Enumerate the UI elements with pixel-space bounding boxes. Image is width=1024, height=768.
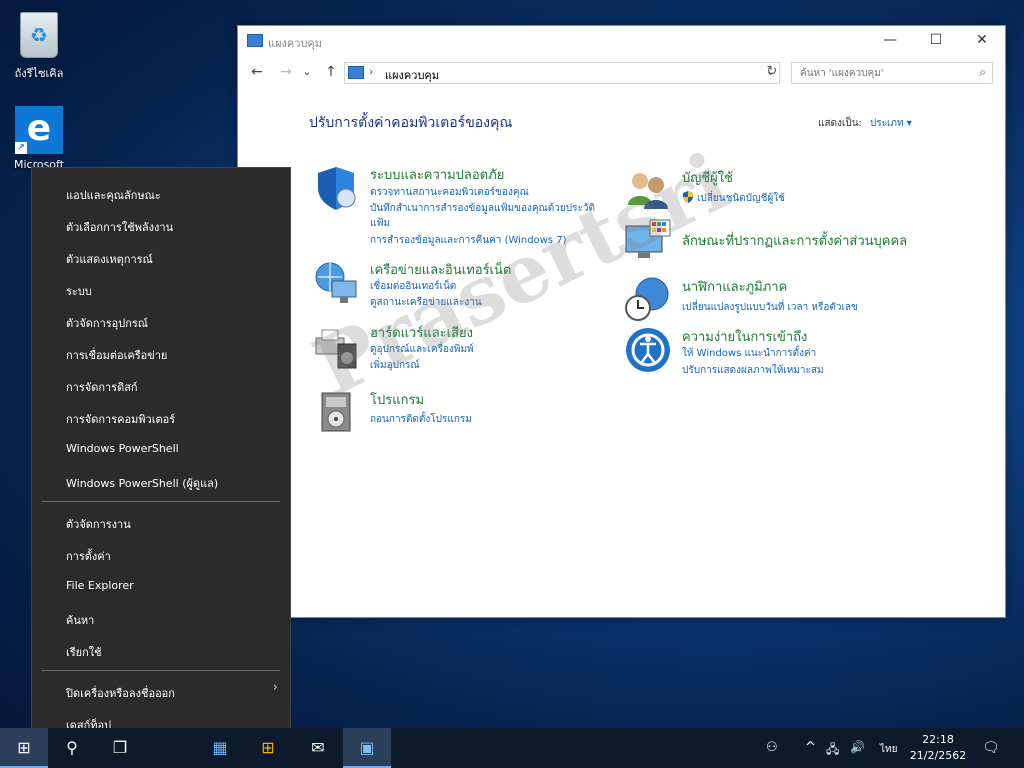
task-view-button[interactable]: ❐	[96, 728, 144, 768]
edge-icon: e ↗	[15, 106, 63, 154]
up-button[interactable]: ↑	[320, 62, 342, 82]
programs-icon	[321, 392, 351, 432]
category-title[interactable]: ความง่ายในการเข้าถึง	[682, 326, 807, 347]
forward-button[interactable]: →	[275, 62, 297, 82]
category-link[interactable]: เพิ่มอุปกรณ์	[370, 358, 420, 373]
clock-date: 21/2/2562	[909, 749, 967, 762]
menu-divider	[42, 501, 280, 502]
menu-item-computer-management[interactable]: การจัดการคอมพิวเตอร์	[66, 410, 175, 428]
category-title[interactable]: บัญชีผู้ใช้	[682, 167, 733, 188]
refresh-button[interactable]: ↻	[762, 62, 782, 82]
menu-item-event-viewer[interactable]: ตัวแสดงเหตุการณ์	[66, 250, 153, 268]
start-button[interactable]: ⊞	[0, 728, 48, 768]
address-row: ← → ⌄ ↑ › แผงควบคุม ⌄ ↻ ⌕	[238, 58, 1005, 86]
title-bar[interactable]: แผงควบคุม — ☐ ✕	[238, 26, 1005, 56]
category-title[interactable]: เครือข่ายและอินเทอร์เน็ต	[370, 259, 511, 280]
address-bar[interactable]: › แผงควบคุม ⌄	[344, 62, 780, 84]
page-title: ปรับการตั้งค่าคอมพิวเตอร์ของคุณ	[309, 115, 513, 131]
tray-chevron-icon[interactable]: ^	[805, 740, 816, 755]
power-user-menu: แอปและคุณลักษณะ ตัวเลือกการใช้พลังงาน ตั…	[31, 167, 291, 748]
printer-icon	[315, 329, 357, 369]
uac-shield-icon	[682, 191, 694, 206]
back-button[interactable]: ←	[246, 62, 268, 82]
recycle-bin-icon[interactable]: ถังรีไซเคิล	[3, 8, 75, 82]
people-icon[interactable]: ⚇	[766, 740, 778, 755]
language-indicator[interactable]: ไทย	[880, 742, 897, 757]
menu-item-task-manager[interactable]: ตัวจัดการงาน	[66, 515, 131, 533]
menu-item-powershell-admin[interactable]: Windows PowerShell (ผู้ดูแล)	[66, 474, 218, 492]
mail-icon[interactable]: ✉	[294, 728, 342, 768]
category-title[interactable]: ระบบและความปลอดภัย	[370, 164, 504, 185]
menu-item-shutdown-signout[interactable]: ปิดเครื่องหรือลงชื่อออก	[66, 684, 175, 702]
search-button[interactable]: ⚲	[48, 728, 96, 768]
shortcut-arrow-icon: ↗	[15, 142, 27, 154]
menu-item-network-connections[interactable]: การเชื่อมต่อเครือข่าย	[66, 346, 167, 364]
menu-item-settings[interactable]: การตั้งค่า	[66, 547, 111, 565]
control-panel-icon	[247, 34, 263, 47]
notifications-icon[interactable]: 🗨	[982, 740, 1000, 756]
category-link[interactable]: ให้ Windows แนะนำการตั้งค่า	[682, 346, 816, 361]
control-panel-window: แผงควบคุม — ☐ ✕ ← → ⌄ ↑ › แผงควบคุม ⌄ ↻ …	[237, 25, 1006, 618]
network-globe-icon	[315, 262, 357, 303]
menu-item-system[interactable]: ระบบ	[66, 282, 92, 300]
users-icon	[628, 173, 668, 209]
search-box[interactable]: ⌕	[791, 62, 993, 84]
breadcrumb[interactable]: แผงควบคุม	[385, 66, 439, 84]
control-panel-taskbar-icon[interactable]: ▣	[343, 728, 391, 768]
menu-item-disk-management[interactable]: การจัดการดิสก์	[66, 378, 138, 396]
clock-time: 22:18	[922, 733, 954, 746]
category-link[interactable]: การสำรองข้อมูลและการคืนค่า (Windows 7)	[370, 233, 567, 248]
windows-app-icon[interactable]: ⊞	[244, 728, 292, 768]
breadcrumb-separator[interactable]: ›	[369, 65, 373, 78]
control-panel-icon	[348, 66, 364, 79]
menu-item-apps-features[interactable]: แอปและคุณลักษณะ	[66, 186, 161, 204]
category-link[interactable]: เชื่อมต่ออินเทอร์เน็ต	[370, 279, 456, 294]
menu-item-powershell[interactable]: Windows PowerShell	[66, 442, 179, 455]
menu-item-device-manager[interactable]: ตัวจัดการอุปกรณ์	[66, 314, 148, 332]
category-title[interactable]: ลักษณะที่ปรากฏและการตั้งค่าส่วนบุคคล	[682, 230, 907, 251]
store-icon[interactable]: ▦	[196, 728, 244, 768]
shield-icon	[318, 167, 356, 210]
category-link[interactable]: ตรวจทานสถานะคอมพิวเตอร์ของคุณ	[370, 185, 529, 200]
maximize-button[interactable]: ☐	[913, 26, 959, 56]
category-link[interactable]: เปลี่ยนแปลงรูปแบบวันที่ เวลา หรือตัวเลข	[682, 300, 858, 315]
window-title: แผงควบคุม	[268, 37, 323, 50]
minimize-button[interactable]: —	[867, 26, 913, 56]
search-input[interactable]	[798, 63, 972, 83]
menu-item-power-options[interactable]: ตัวเลือกการใช้พลังงาน	[66, 218, 173, 236]
recycle-bin-image	[20, 12, 58, 58]
menu-item-run[interactable]: เรียกใช้	[66, 643, 102, 661]
view-by-label: แสดงเป็น:	[818, 118, 862, 129]
menu-divider	[42, 670, 280, 671]
category-link[interactable]: ดูสถานะเครือข่ายและงาน	[370, 295, 482, 310]
category-link[interactable]: ปรับการแสดงผลภาพให้เหมาะสม	[682, 363, 824, 378]
clock[interactable]: 22:18 21/2/2562	[908, 732, 968, 764]
clock-globe-icon	[625, 277, 669, 321]
category-title[interactable]: นาฬิกาและภูมิภาค	[682, 276, 787, 297]
appearance-icon	[625, 219, 671, 258]
view-by: แสดงเป็น: ประเภท ▾	[818, 116, 912, 131]
recent-locations-button[interactable]: ⌄	[300, 62, 314, 82]
category-link[interactable]: ถอนการติดตั้งโปรแกรม	[370, 412, 472, 427]
category-title[interactable]: ฮาร์ดแวร์และเสียง	[370, 322, 473, 343]
taskbar: ⊞ ⚲ ❐ ▦ ⊞ ✉ ▣ ⚇ ^ 🖧 🔊 ไทย 22:18 21/2/256…	[0, 728, 1024, 768]
menu-item-search[interactable]: ค้นหา	[66, 611, 94, 629]
network-icon[interactable]: 🖧	[826, 740, 839, 761]
submenu-arrow-icon: ›	[272, 680, 278, 695]
close-button[interactable]: ✕	[959, 26, 1005, 56]
search-icon[interactable]: ⌕	[979, 65, 986, 80]
category-link[interactable]: แฟ้ม	[370, 216, 390, 231]
view-by-dropdown[interactable]: ประเภท ▾	[870, 118, 912, 129]
volume-icon[interactable]: 🔊	[850, 740, 865, 754]
menu-item-file-explorer[interactable]: File Explorer	[66, 579, 134, 592]
category-link[interactable]: ดูอุปกรณ์และเครื่องพิมพ์	[370, 342, 474, 357]
category-link[interactable]: บันทึกสำเนาการสำรองข้อมูลแฟ้มของคุณด้วยป…	[370, 201, 595, 216]
category-link[interactable]: เปลี่ยนชนิดบัญชีผู้ใช้	[697, 191, 785, 206]
recycle-bin-label: ถังรีไซเคิล	[14, 67, 64, 80]
ease-of-access-icon	[626, 328, 670, 372]
category-title[interactable]: โปรแกรม	[370, 389, 424, 410]
